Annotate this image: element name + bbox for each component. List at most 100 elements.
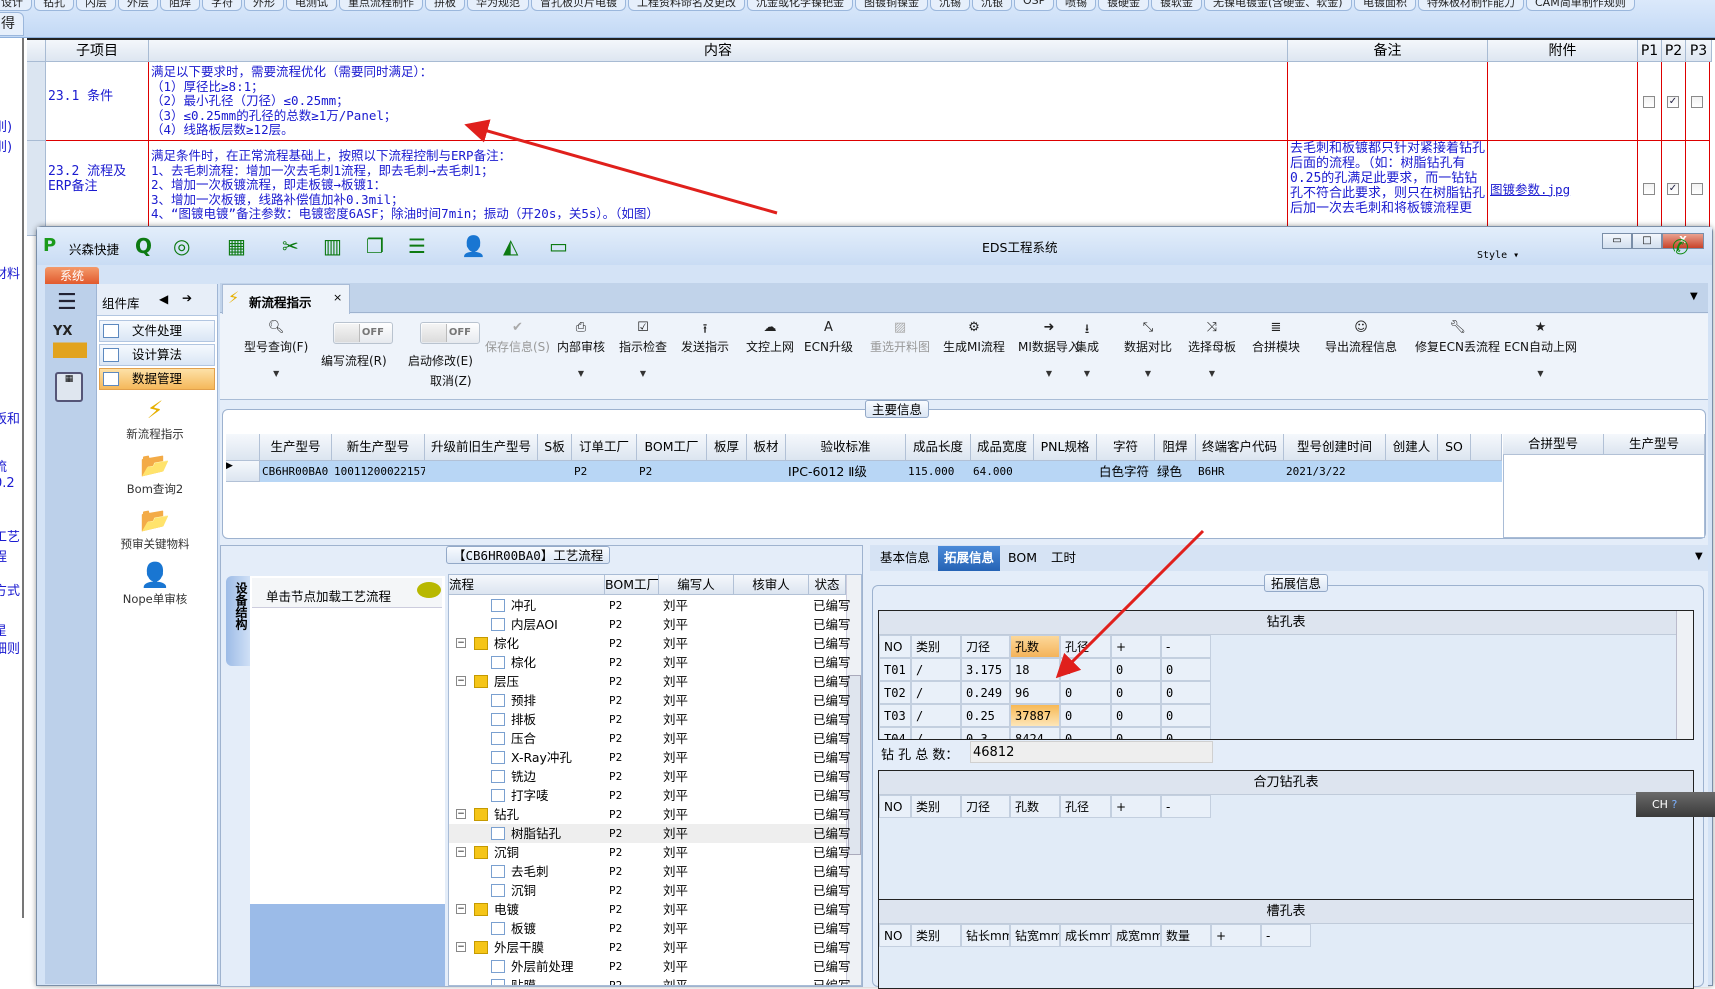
folder-icon[interactable]: 📂: [97, 506, 213, 534]
tree-row[interactable]: − 棕化 P2 刘平 已编写: [449, 634, 850, 653]
tree-row[interactable]: 板镀 P2 刘平 已编写: [449, 919, 850, 938]
tree-row[interactable]: 压合 P2 刘平 已编写: [449, 729, 850, 748]
ime-bar[interactable]: CH ?: [1636, 792, 1715, 817]
lifebuoy-icon[interactable]: ◎: [173, 234, 190, 258]
top-tab[interactable]: 外形: [244, 0, 284, 11]
detail-tabs-dropdown-icon[interactable]: ▼: [1695, 551, 1703, 562]
component-item-label[interactable]: 新流程指示: [97, 426, 213, 442]
main-info-column-header[interactable]: SO: [1438, 434, 1471, 461]
toolbar-button[interactable]: ≣ 合拼模块: [1252, 320, 1300, 355]
main-info-column-header[interactable]: 创建人: [1386, 434, 1438, 461]
expand-toggle-icon[interactable]: −: [456, 809, 466, 819]
drill-table-cell[interactable]: T02: [879, 681, 911, 704]
toolbar-button[interactable]: A ECN升级: [804, 320, 853, 355]
top-tab[interactable]: 沉金或化学镍钯金: [747, 0, 853, 11]
main-info-column-header[interactable]: 成品长度: [906, 434, 971, 461]
merge-column-header[interactable]: 生产型号: [1604, 434, 1705, 455]
grid-icon[interactable]: ▦: [227, 234, 246, 258]
main-info-column-header[interactable]: 型号创建时间: [1284, 434, 1386, 461]
drill-table-cell[interactable]: 0: [1161, 727, 1211, 739]
tree-row[interactable]: 排板 P2 刘平 已编写: [449, 710, 850, 729]
combo-drill-table-column-header[interactable]: -: [1161, 795, 1211, 818]
top-tab[interactable]: 电镀面积: [1354, 0, 1416, 11]
toolbar-button[interactable]: ★ ECN自动上网 ▼: [1504, 320, 1577, 378]
main-info-column-header[interactable]: 生产型号: [260, 434, 332, 461]
top-tab[interactable]: 图镀铜镍金: [855, 0, 928, 11]
slot-table-column-header[interactable]: NO: [879, 924, 911, 947]
drill-table-cell[interactable]: /: [911, 727, 961, 739]
side-tab-equipment[interactable]: 设备结构: [226, 576, 250, 666]
tree-row[interactable]: − 电镀 P2 刘平 已编写: [449, 900, 850, 919]
top-tab[interactable]: 冒孔板贝片电镀: [531, 0, 626, 11]
top-tab[interactable]: 喷锡: [1056, 0, 1096, 11]
folder-icon[interactable]: 📂: [97, 451, 213, 479]
tree-row[interactable]: 沉铜 P2 刘平 已编写: [449, 881, 850, 900]
detail-tab[interactable]: BOM: [1002, 546, 1043, 571]
film-icon[interactable]: ▥: [323, 234, 342, 258]
cancel-button[interactable]: 取消(Z): [430, 372, 472, 389]
main-info-column-header[interactable]: 成品宽度: [971, 434, 1034, 461]
toolbar-button[interactable]: ⭱ 发送指示: [681, 320, 729, 355]
top-tab[interactable]: CAM简单制作规则: [1526, 0, 1635, 11]
p2-checkbox[interactable]: ✓: [1667, 182, 1679, 195]
drill-table-cell[interactable]: /: [911, 658, 961, 681]
drill-table-column-header[interactable]: 刀径: [961, 635, 1010, 658]
top-tab[interactable]: 外层: [118, 0, 158, 11]
copy-icon[interactable]: ❐: [366, 234, 384, 258]
drill-table-cell[interactable]: 96: [1010, 681, 1060, 704]
rule-attachment-link[interactable]: 图镀参数.jpg: [1488, 141, 1638, 236]
top-tab[interactable]: 电测试: [286, 0, 337, 11]
main-info-column-header[interactable]: 板材: [747, 434, 786, 461]
drill-table-cell[interactable]: 0.249: [961, 681, 1010, 704]
toolbar-button[interactable]: ☑ 指示检查 ▼: [619, 320, 667, 378]
tree-column-header[interactable]: 编写人: [659, 575, 734, 595]
drill-table-cell[interactable]: 8424: [1010, 727, 1060, 739]
top-tab[interactable]: 得: [0, 12, 24, 36]
toolbar-button[interactable]: 🔍︎ 型号查询(F) ▼: [244, 320, 308, 378]
slot-table-column-header[interactable]: 数量: [1161, 924, 1211, 947]
list-icon[interactable]: ☰: [408, 234, 426, 258]
p1-checkbox[interactable]: [1643, 182, 1655, 195]
top-tab[interactable]: 工程资料命名及更改: [628, 0, 745, 11]
drill-table-cell[interactable]: /: [911, 704, 961, 727]
drill-table-cell[interactable]: /: [911, 681, 961, 704]
combo-drill-table-column-header[interactable]: 刀径: [961, 795, 1010, 818]
component-item-label[interactable]: Bom查询2: [97, 481, 213, 497]
toolbar-button-label[interactable]: 启动修改(E): [408, 352, 473, 369]
toggle-switch[interactable]: OFF: [420, 322, 480, 344]
p2-checkbox[interactable]: ✓: [1667, 95, 1679, 108]
drill-total-field[interactable]: 46812: [970, 741, 1213, 763]
p1-checkbox[interactable]: [1643, 95, 1655, 108]
expand-toggle-icon[interactable]: −: [456, 638, 466, 648]
toolbar-button[interactable]: ⤨ 选择母板 ▼: [1188, 320, 1236, 378]
drill-table-scrollbar[interactable]: [1676, 611, 1693, 739]
top-tab[interactable]: 字符: [202, 0, 242, 11]
tree-row[interactable]: 去毛刺 P2 刘平 已编写: [449, 862, 850, 881]
slot-table-column-header[interactable]: 成长mm: [1060, 924, 1111, 947]
minimize-button[interactable]: ▭: [1602, 233, 1632, 249]
p3-checkbox[interactable]: [1691, 95, 1703, 108]
combo-drill-table-column-header[interactable]: NO: [879, 795, 911, 818]
drill-table-cell[interactable]: 0: [1111, 658, 1161, 681]
dropdown-arrow-icon[interactable]: ▼: [1188, 369, 1236, 378]
tree-row[interactable]: 打字唛 P2 刘平 已编写: [449, 786, 850, 805]
dropdown-arrow-icon[interactable]: ▼: [244, 369, 308, 378]
main-info-column-header[interactable]: BOM工厂: [637, 434, 707, 461]
drill-table-cell[interactable]: 0: [1060, 704, 1111, 727]
drill-table-cell[interactable]: 0: [1161, 681, 1211, 704]
tab-list-dropdown-icon[interactable]: ▼: [1690, 291, 1698, 302]
drill-table-cell[interactable]: 0: [1111, 681, 1161, 704]
scissors-icon[interactable]: ✂: [282, 234, 299, 258]
main-info-column-header[interactable]: PNL规格: [1034, 434, 1097, 461]
drill-table-cell[interactable]: 0: [1060, 727, 1111, 739]
drill-table-cell[interactable]: 18: [1010, 658, 1060, 681]
maximize-button[interactable]: □: [1632, 233, 1662, 249]
drill-table-cell[interactable]: 0: [1111, 727, 1161, 739]
drill-table-cell[interactable]: 0: [1060, 658, 1111, 681]
combo-drill-table-column-header[interactable]: +: [1111, 795, 1161, 818]
combo-drill-table-column-header[interactable]: 孔数: [1010, 795, 1060, 818]
top-tab[interactable]: 重点流程制作: [339, 0, 423, 11]
drill-table-cell[interactable]: 0: [1111, 704, 1161, 727]
toolbar-button[interactable]: ⭳ 集成 ▼: [1075, 320, 1099, 378]
top-tab[interactable]: OSP: [1014, 0, 1055, 11]
